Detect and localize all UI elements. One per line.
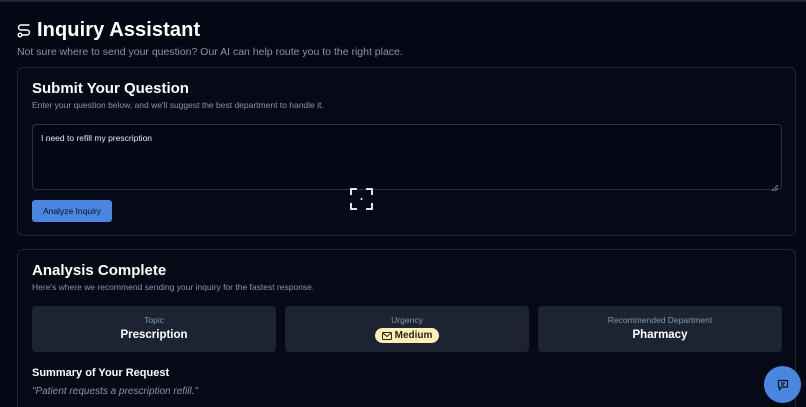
department-label: Recommended Department xyxy=(607,315,713,325)
urgency-badge: Medium xyxy=(374,328,440,343)
urgency-value: Medium xyxy=(394,330,433,341)
topic-value: Prescription xyxy=(120,329,188,341)
department-stat: Recommended Department Pharmacy xyxy=(538,306,782,352)
analysis-card-title: Analysis Complete xyxy=(32,262,167,279)
urgency-stat: Urgency Medium xyxy=(285,306,529,352)
topic-label: Topic xyxy=(144,315,164,325)
analyze-inquiry-button[interactable]: Analyze Inquiry xyxy=(32,200,112,222)
chat-icon xyxy=(777,379,789,391)
focus-frame-icon xyxy=(350,188,373,210)
summary-text: "Patient requests a prescription refill.… xyxy=(32,386,199,397)
urgency-label: Urgency xyxy=(391,315,423,325)
page-subtitle: Not sure where to send your question? Ou… xyxy=(17,46,403,58)
page-title: Inquiry Assistant xyxy=(37,19,201,41)
chat-button[interactable] xyxy=(764,366,801,403)
summary-title: Summary of Your Request xyxy=(32,367,170,379)
page-header: Inquiry Assistant Not sure where to send… xyxy=(17,19,403,58)
submit-question-card: Submit Your Question Enter your question… xyxy=(17,67,796,236)
top-divider xyxy=(0,0,806,2)
question-input[interactable] xyxy=(32,124,782,190)
mail-icon xyxy=(381,331,392,340)
analysis-card: Analysis Complete Here's where we recomm… xyxy=(17,249,796,407)
submit-card-description: Enter your question below, and we'll sug… xyxy=(32,100,324,110)
title-row: Inquiry Assistant xyxy=(17,19,403,42)
topic-stat: Topic Prescription xyxy=(32,306,276,352)
analysis-card-description: Here's where we recommend sending your i… xyxy=(32,282,315,292)
department-value: Pharmacy xyxy=(632,329,688,341)
submit-card-title: Submit Your Question xyxy=(32,80,189,97)
route-icon xyxy=(17,23,31,38)
resize-handle-icon[interactable] xyxy=(771,179,779,192)
